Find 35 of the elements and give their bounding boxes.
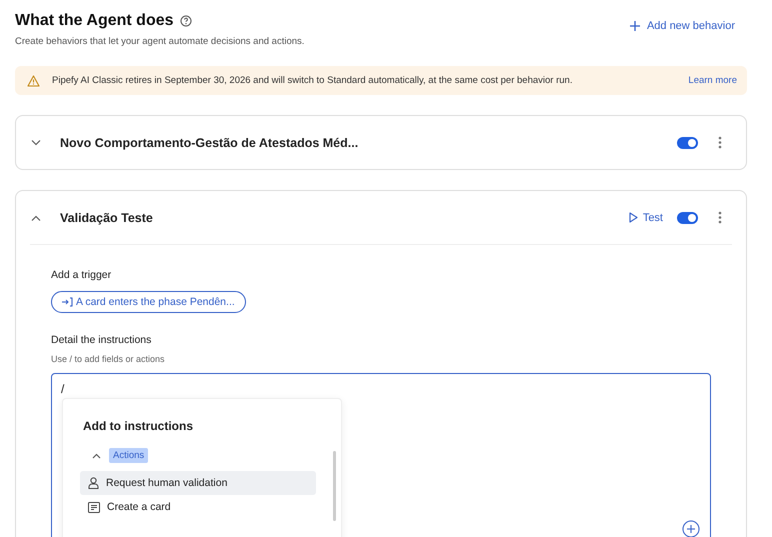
behavior-title: Novo Comportamento-Gestão de Atestados Méd... [60, 136, 360, 150]
enable-toggle[interactable] [677, 212, 698, 224]
behavior-title: Validação Teste [60, 210, 154, 224]
help-icon[interactable] [180, 15, 192, 27]
menu-title: Add to instructions [83, 419, 194, 433]
instructions-hint: Use / to add fields or actions [51, 354, 166, 364]
card-icon [88, 502, 100, 512]
group-tag: Actions [109, 448, 148, 463]
plus-icon [628, 20, 641, 32]
trigger-chip[interactable]: A card enters the phase Pendên... [51, 291, 246, 313]
section-subtitle: Create behaviors that let your agent automate decisions and actions. [15, 36, 304, 47]
enter-arrow-icon [61, 297, 73, 307]
more-options-icon[interactable] [718, 211, 722, 224]
menu-item-label: Create a card [107, 501, 171, 513]
test-button[interactable]: Test [628, 212, 663, 224]
menu-item[interactable]: Request human validation [80, 471, 316, 495]
enable-toggle[interactable] [677, 136, 698, 148]
menu-item[interactable]: Create a card [80, 495, 316, 519]
person-icon [88, 477, 99, 489]
chevron-icon[interactable] [31, 140, 41, 146]
learn-more-link[interactable]: Learn more [688, 75, 737, 86]
chevron-icon[interactable] [92, 452, 101, 458]
more-options-icon[interactable] [718, 136, 722, 149]
chevron-icon[interactable] [31, 214, 41, 220]
trigger-label: Add a trigger [51, 269, 112, 281]
banner-message: Pipefy AI Classic retires in September 30, 2026 and will switch to Standard automatically, at the same cost per behavior run. [52, 75, 574, 86]
section-title: What the Agent does [15, 12, 174, 30]
instructions-label: Detail the instructions [51, 334, 152, 346]
play-icon [628, 212, 638, 223]
menu-item-label: Request human validation [106, 477, 228, 489]
instructions-text: / [61, 382, 64, 396]
warning-icon [27, 74, 40, 86]
instructions-field[interactable]: / Add to instructions Actions Request human validation Create a card [51, 373, 711, 537]
add-behavior-button[interactable]: Add new behavior [628, 12, 747, 32]
scrollbar[interactable] [333, 451, 336, 521]
